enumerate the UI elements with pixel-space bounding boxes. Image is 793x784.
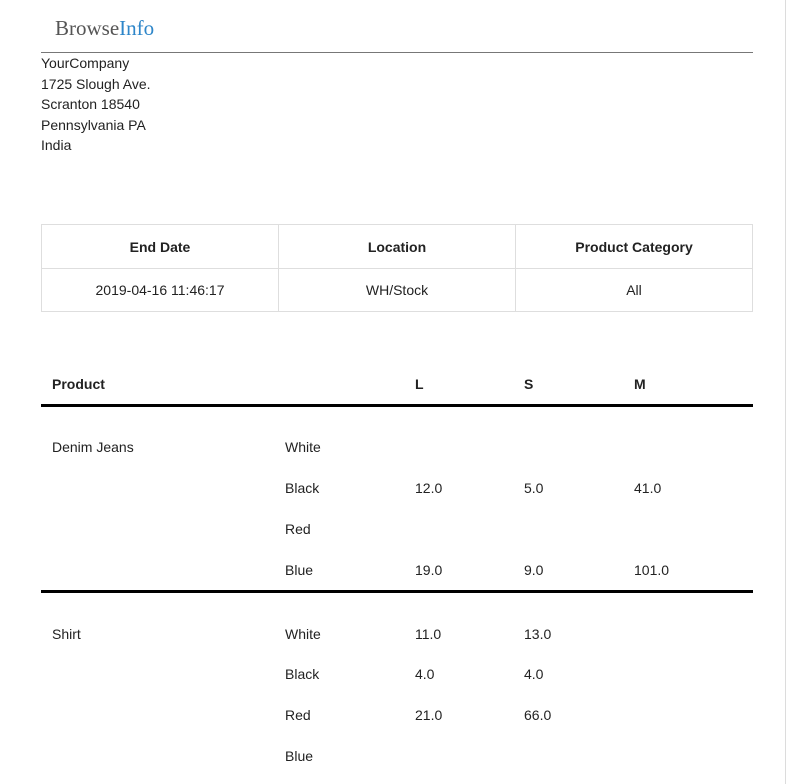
group-divider: [41, 590, 753, 593]
qty-m: 41.0: [634, 480, 662, 496]
qty-s: 66.0: [524, 707, 552, 723]
variant-color: Black: [285, 666, 320, 682]
column-header-l: L: [415, 376, 424, 392]
filter-info-table: End Date Location Product Category 2019-…: [41, 224, 753, 312]
product-category-value: All: [515, 268, 753, 312]
qty-l: 12.0: [415, 480, 443, 496]
header-divider: [41, 52, 753, 53]
variant-color: White: [285, 439, 321, 455]
qty-s: 13.0: [524, 626, 552, 642]
product-category-header: Product Category: [515, 224, 753, 269]
variant-color: Blue: [285, 562, 314, 578]
filter-header-row: End Date Location Product Category: [41, 224, 753, 269]
variant-color: Red: [285, 521, 311, 537]
address-country: India: [41, 137, 72, 154]
company-address: YourCompany 1725 Slough Ave. Scranton 18…: [41, 54, 151, 157]
location-value: WH/Stock: [278, 268, 516, 312]
qty-s: 5.0: [524, 480, 544, 496]
company-logo: BrowseInfo: [55, 16, 154, 41]
address-street: 1725 Slough Ave.: [41, 75, 151, 92]
end-date-value: 2019-04-16 11:46:17: [41, 268, 279, 312]
company-name: YourCompany: [41, 55, 130, 71]
qty-m: 101.0: [634, 562, 670, 578]
location-header: Location: [278, 224, 516, 269]
logo-text-browse: Browse: [55, 16, 120, 40]
filter-value-row: 2019-04-16 11:46:17 WH/Stock All: [41, 268, 753, 312]
logo-text-info: Info: [119, 16, 155, 40]
qty-l: 4.0: [415, 666, 435, 682]
variant-color: Red: [285, 707, 311, 723]
qty-l: 19.0: [415, 562, 443, 578]
variant-color: Black: [285, 480, 320, 496]
header-rule: [41, 404, 753, 407]
variant-color: White: [285, 626, 321, 642]
address-city: Scranton 18540: [41, 96, 140, 113]
product-name: Shirt: [52, 626, 81, 642]
end-date-header: End Date: [41, 224, 279, 269]
qty-l: 21.0: [415, 707, 443, 723]
product-name: Denim Jeans: [52, 439, 134, 455]
qty-l: 11.0: [415, 626, 442, 642]
column-header-product: Product: [52, 376, 105, 392]
column-header-s: S: [524, 376, 534, 392]
qty-s: 4.0: [524, 666, 544, 682]
qty-s: 9.0: [524, 562, 544, 578]
variant-color: Blue: [285, 748, 314, 764]
column-header-m: M: [634, 376, 646, 392]
address-state: Pennsylvania PA: [41, 116, 146, 133]
